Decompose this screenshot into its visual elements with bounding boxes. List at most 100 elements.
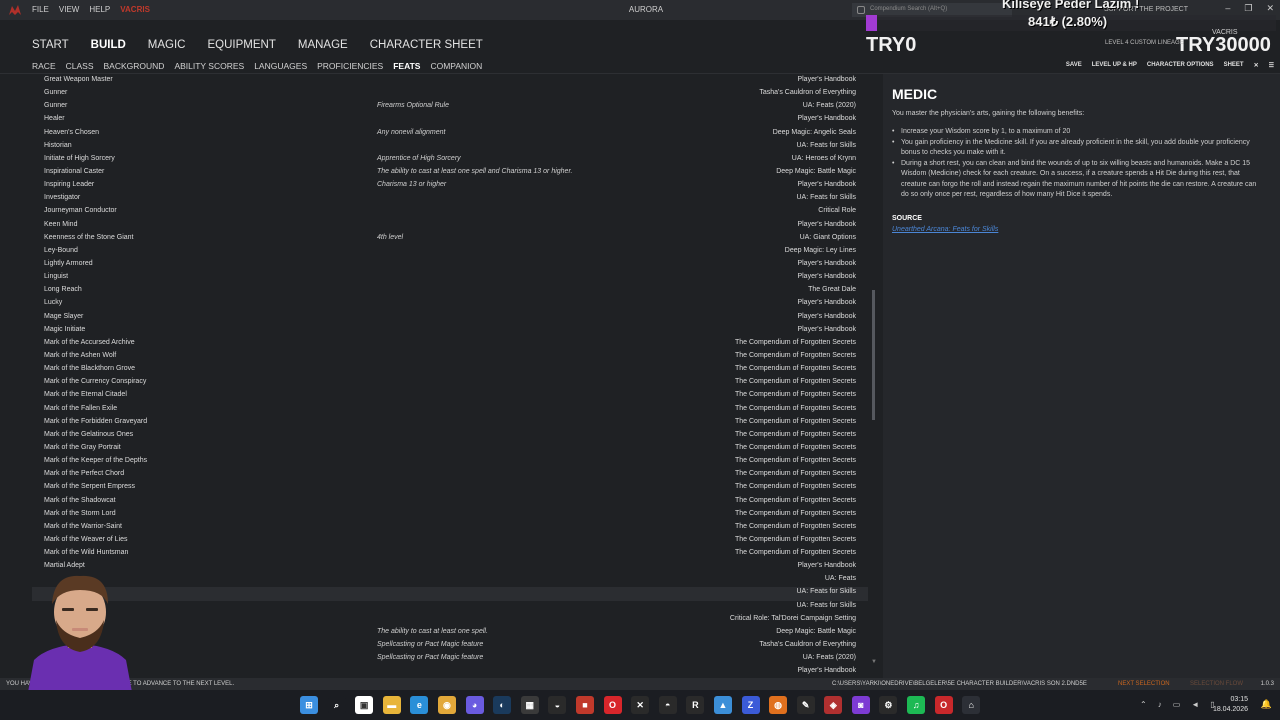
nav-magic[interactable]: MAGIC — [148, 39, 186, 51]
feat-row[interactable]: Mark of the Perfect Chord The Compendium … — [32, 469, 868, 482]
feat-row[interactable]: Mark of the Fallen Exile The Compendium o… — [32, 404, 868, 417]
close-icon[interactable]: ✕ — [1254, 62, 1259, 69]
opera-icon[interactable]: O — [603, 696, 622, 714]
feat-row[interactable]: Mark of the Ashen Wolf The Compendium of … — [32, 351, 868, 364]
tab-class[interactable]: CLASS — [66, 61, 94, 71]
close-icon[interactable]: ✕ — [1266, 3, 1274, 14]
feat-row[interactable]: Healer Player's Handbook — [32, 114, 868, 127]
tab-languages[interactable]: LANGUAGES — [254, 61, 307, 71]
feat-row[interactable]: Mark of the Blackthorn Grove The Compendi… — [32, 364, 868, 377]
capcut-icon[interactable]: ✕ — [631, 696, 650, 714]
feat-row[interactable]: Journeyman Conductor Critical Role — [32, 206, 868, 219]
feat-row[interactable]: Mark of the Keeper of the Depths The Comp… — [32, 456, 868, 469]
feat-row[interactable]: Historian UA: Feats for Skills — [32, 141, 868, 154]
feat-row[interactable]: Gunner Tasha's Cauldron of Everything — [32, 88, 868, 101]
nav-equipment[interactable]: EQUIPMENT — [207, 39, 275, 51]
discord-icon[interactable]: ◕ — [465, 696, 484, 714]
source-link[interactable]: Unearthed Arcana: Feats for Skills — [892, 226, 998, 233]
purple-app-icon[interactable]: ◙ — [851, 696, 870, 714]
chrome-icon[interactable]: ◉ — [437, 696, 456, 714]
tab-race[interactable]: RACE — [32, 61, 56, 71]
photos-icon[interactable]: ▲ — [713, 696, 732, 714]
minimize-icon[interactable]: – — [1225, 3, 1230, 14]
gear-icon[interactable]: ⚙ — [879, 696, 898, 714]
tab-feats[interactable]: FEATS — [393, 61, 420, 71]
feat-row[interactable]: Keen Mind Player's Handbook — [32, 220, 868, 233]
game-icon[interactable]: ■ — [575, 696, 594, 714]
pen-icon[interactable]: ✎ — [796, 696, 815, 714]
windows-start-icon[interactable]: ⊞ — [300, 696, 318, 714]
nav-build[interactable]: BUILD — [91, 39, 126, 51]
feat-row[interactable]: Lightly Armored Player's Handbook — [32, 259, 868, 272]
chevron-up-icon[interactable]: ⌃ — [1140, 700, 1147, 709]
feat-row[interactable]: Inspirational Caster The ability to cast … — [32, 167, 868, 180]
feat-row[interactable]: Martial Adept Player's Handbook — [32, 561, 868, 574]
search-icon[interactable]: ⌕ — [327, 696, 346, 714]
calculator-icon[interactable]: ▦ — [520, 696, 539, 714]
edge-icon[interactable]: e — [410, 696, 429, 714]
feat-list-scrollbar[interactable]: ▼ — [871, 75, 877, 670]
notification-bell-icon[interactable]: 🔔 — [1261, 699, 1272, 710]
microphone-icon[interactable]: ♪ — [1158, 700, 1162, 709]
nav-character-sheet[interactable]: CHARACTER SHEET — [370, 39, 483, 51]
network-icon[interactable]: ▭ — [1173, 700, 1181, 709]
nav-manage[interactable]: MANAGE — [298, 39, 348, 51]
tab-background[interactable]: BACKGROUND — [104, 61, 165, 71]
feat-row[interactable]: Mage Slayer Player's Handbook — [32, 312, 868, 325]
maximize-icon[interactable]: ❐ — [1244, 3, 1252, 14]
feat-row[interactable]: Magic Initiate Player's Handbook — [32, 325, 868, 338]
feat-row[interactable]: Mark of the Gelatinous Ones The Compendiu… — [32, 430, 868, 443]
character-options-button[interactable]: CHARACTER OPTIONS — [1147, 62, 1214, 69]
feat-row[interactable]: Initiate of High Sorcery Apprentice of Hi… — [32, 154, 868, 167]
volume-icon[interactable]: ◄ — [1191, 700, 1199, 709]
aurora-icon[interactable]: ⌂ — [962, 696, 981, 714]
shield-icon[interactable]: ◈ — [824, 696, 843, 714]
feat-row[interactable]: Lucky Player's Handbook — [32, 298, 868, 311]
feat-row[interactable]: UA: Feats — [32, 574, 868, 587]
feat-row[interactable]: Heaven's Chosen Any nonevil alignment Deep… — [32, 128, 868, 141]
scrollbar-thumb[interactable] — [872, 290, 875, 420]
file-explorer-icon[interactable]: ▬ — [382, 696, 401, 714]
feat-row[interactable]: Mark of the Wild Huntsman The Compendium … — [32, 548, 868, 561]
feat-row[interactable]: Mark of the Accursed Archive The Compendi… — [32, 338, 868, 351]
feat-row[interactable]: Mark of the Shadowcat The Compendium of F… — [32, 496, 868, 509]
save-button[interactable]: SAVE — [1066, 62, 1082, 69]
hamburger-menu-icon[interactable]: ☰ — [1269, 62, 1274, 69]
scroll-down-icon[interactable]: ▼ — [871, 659, 877, 665]
next-selection-button[interactable]: NEXT SELECTION — [1118, 681, 1170, 687]
tab-ability-scores[interactable]: ABILITY SCORES — [174, 61, 244, 71]
feat-row[interactable]: Investigator UA: Feats for Skills — [32, 193, 868, 206]
feat-row[interactable]: Great Weapon Master Player's Handbook — [32, 75, 868, 88]
nav-start[interactable]: START — [32, 39, 69, 51]
feat-row[interactable]: Keenness of the Stone Giant 4th level UA: … — [32, 233, 868, 246]
feat-row[interactable]: Mark of the Serpent Empress The Compendiu… — [32, 482, 868, 495]
github-icon[interactable]: ◒ — [548, 696, 567, 714]
zoom-icon[interactable]: Z — [741, 696, 760, 714]
feat-row[interactable]: Gunner Firearms Optional Rule UA: Feats (2… — [32, 101, 868, 114]
feat-row[interactable]: Mark of the Storm Lord The Compendium of … — [32, 509, 868, 522]
feat-row[interactable]: Mark of the Forbidden Graveyard The Compe… — [32, 417, 868, 430]
feat-row[interactable]: Spellcasting or Pact Magic feature UA: Fe… — [32, 653, 868, 666]
opera-gx-icon[interactable]: O — [934, 696, 953, 714]
tab-companion[interactable]: COMPANION — [430, 61, 482, 71]
sheet-button[interactable]: SHEET — [1224, 62, 1244, 69]
r-app-icon[interactable]: R — [686, 696, 705, 714]
feat-row[interactable]: Mark of the Weaver of Lies The Compendium… — [32, 535, 868, 548]
feat-row[interactable]: UA: Feats for Skills — [32, 601, 868, 614]
spotify-icon[interactable]: ♫ — [907, 696, 926, 714]
feat-row[interactable]: Long Reach The Great Dale — [32, 285, 868, 298]
feat-row[interactable]: Inspiring Leader Charisma 13 or higher Pla… — [32, 180, 868, 193]
selection-flow-button[interactable]: SELECTION FLOW — [1190, 681, 1243, 687]
feat-row[interactable]: Mark of the Eternal Citadel The Compendiu… — [32, 390, 868, 403]
feat-row[interactable]: Mark of the Currency Conspiracy The Compe… — [32, 377, 868, 390]
feat-row[interactable]: Linguist Player's Handbook — [32, 272, 868, 285]
feat-row[interactable]: The ability to cast at least one spell. D… — [32, 627, 868, 640]
feat-row[interactable]: Spellcasting or Pact Magic feature Tasha'… — [32, 640, 868, 653]
level-up-hp-button[interactable]: LEVEL UP & HP — [1092, 62, 1137, 69]
task-view-icon[interactable]: ▣ — [355, 696, 374, 714]
feat-row[interactable]: Ley-Bound Deep Magic: Ley Lines — [32, 246, 868, 259]
feat-row[interactable]: Critical Role: Tal'Dorei Campaign Settin… — [32, 614, 868, 627]
clock[interactable]: 03:15 18.04.2026 — [1213, 695, 1248, 715]
tab-proficiencies[interactable]: PROFICIENCIES — [317, 61, 383, 71]
feat-row[interactable]: UA: Feats for Skills — [32, 587, 868, 601]
